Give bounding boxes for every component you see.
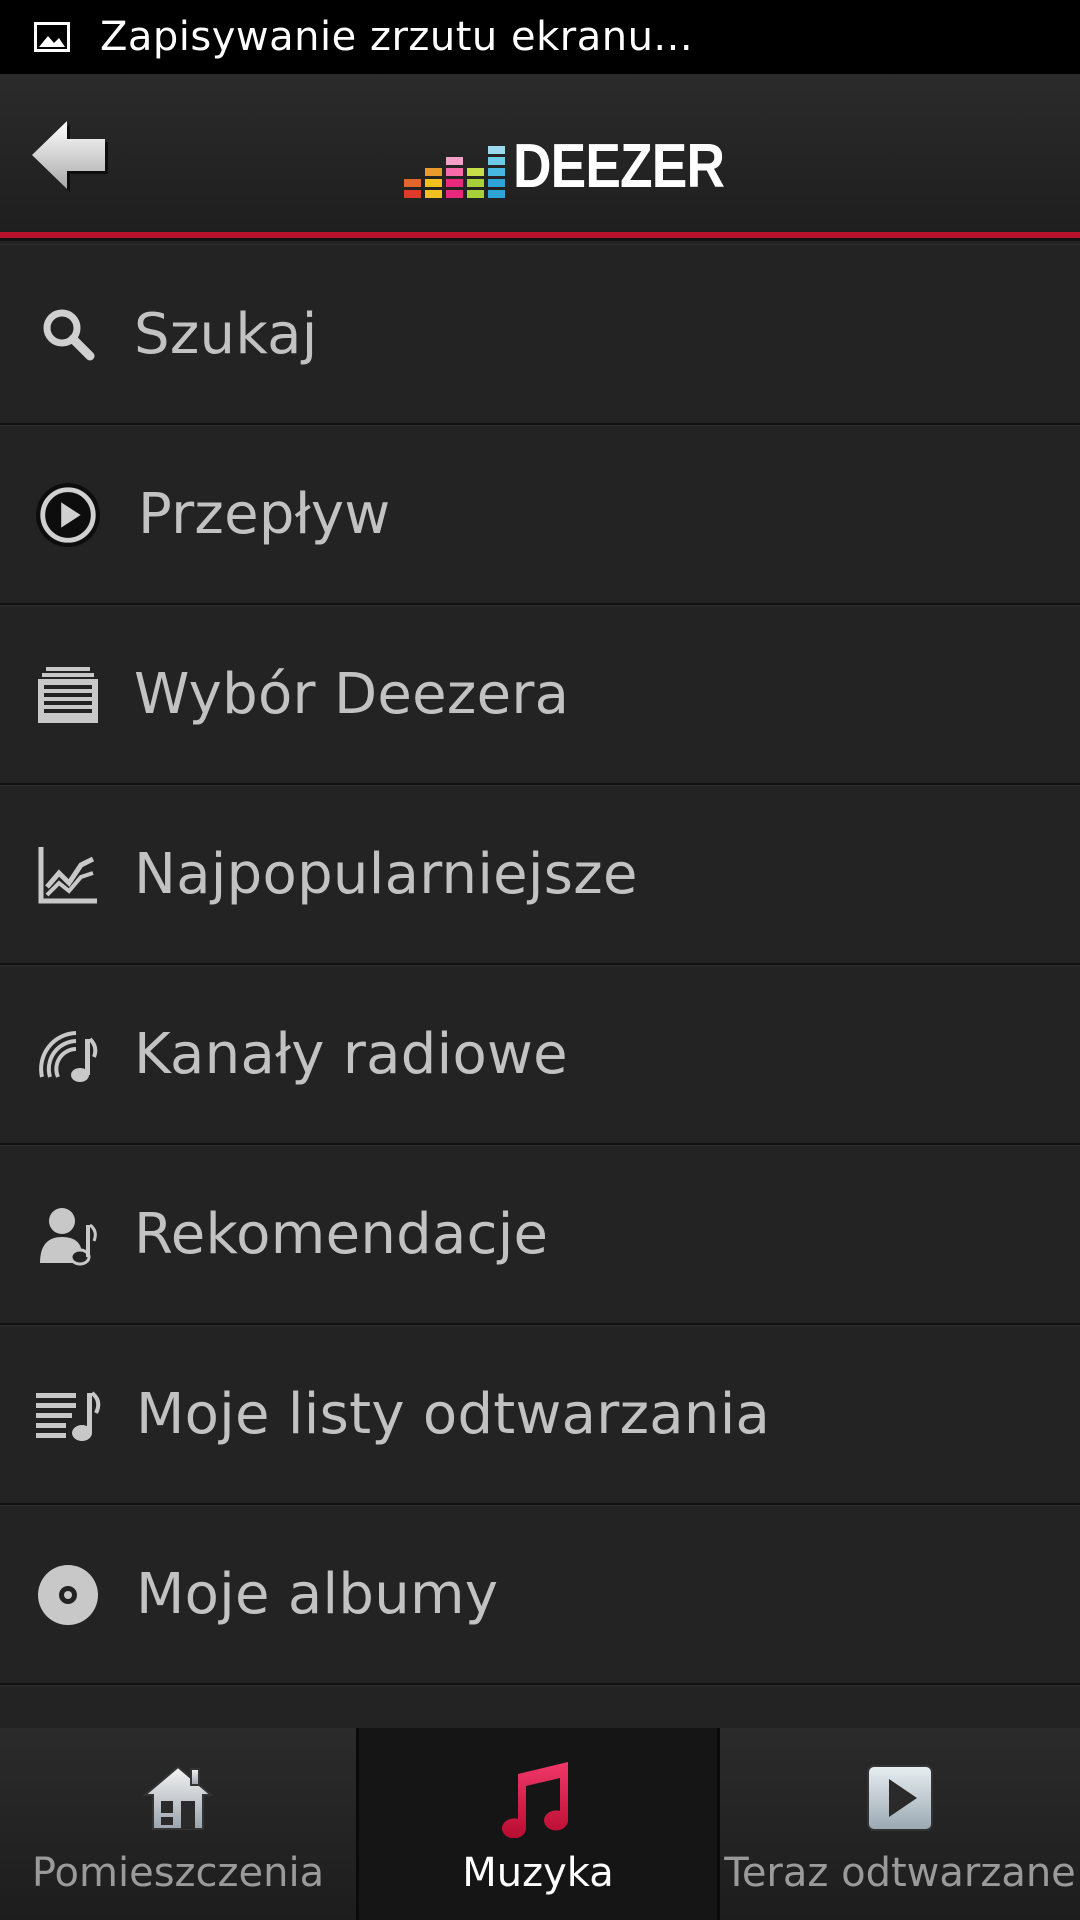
image-icon [34, 22, 70, 52]
menu-item-recommendations[interactable]: Rekomendacje [0, 1145, 1080, 1325]
logo-text: DEEZER [513, 132, 725, 201]
menu-item-label: Przepływ [138, 482, 391, 547]
header-accent-line [0, 232, 1080, 238]
playlist-icon [34, 1381, 102, 1449]
deezer-logo: DEEZER [404, 130, 758, 198]
search-icon [34, 300, 102, 368]
tab-label: Pomieszczenia [31, 1850, 325, 1896]
menu-item-label: Rekomendacje [134, 1202, 549, 1267]
menu-item-search[interactable]: Szukaj [0, 244, 1080, 425]
status-bar: Zapisywanie zrzutu ekranu... [0, 0, 1080, 74]
play-icon [865, 1758, 935, 1838]
tab-rooms[interactable]: Pomieszczenia [0, 1728, 356, 1920]
menu-item-label: Kanały radiowe [134, 1022, 568, 1087]
main-menu: Szukaj Przepływ Wybór Deezera Najpopular… [0, 244, 1080, 1748]
menu-item-label: Szukaj [134, 301, 318, 367]
app-header: DEEZER [0, 74, 1080, 240]
tab-music[interactable]: Muzyka [359, 1728, 717, 1920]
tab-label: Teraz odtwarzane [724, 1850, 1076, 1896]
menu-item-deezer-picks[interactable]: Wybór Deezera [0, 605, 1080, 785]
menu-item-label: Wybór Deezera [134, 662, 570, 727]
back-arrow-icon [32, 121, 108, 192]
tab-now-playing[interactable]: Teraz odtwarzane [720, 1728, 1080, 1920]
menu-item-radio-channels[interactable]: Kanały radiowe [0, 965, 1080, 1145]
album-disc-icon [34, 1561, 102, 1629]
tab-label: Muzyka [462, 1850, 614, 1896]
menu-item-label: Moje listy odtwarzania [136, 1382, 771, 1447]
menu-item-top-charts[interactable]: Najpopularniejsze [0, 785, 1080, 965]
recommendation-icon [34, 1201, 102, 1269]
radio-icon [34, 1021, 102, 1089]
equalizer-logo-icon [404, 146, 505, 198]
menu-item-my-albums[interactable]: Moje albumy [0, 1505, 1080, 1685]
chart-icon [34, 841, 102, 909]
deezer-picks-icon [34, 661, 102, 729]
house-icon [141, 1758, 215, 1838]
status-bar-text: Zapisywanie zrzutu ekranu... [100, 14, 694, 60]
menu-item-my-playlists[interactable]: Moje listy odtwarzania [0, 1325, 1080, 1505]
menu-item-label: Moje albumy [136, 1562, 499, 1627]
play-circle-icon [34, 481, 102, 549]
bottom-tab-bar: Pomieszczenia Muzyka Teraz odtwarzane [0, 1728, 1080, 1920]
menu-item-flow[interactable]: Przepływ [0, 425, 1080, 605]
menu-item-label: Najpopularniejsze [134, 842, 638, 907]
back-button[interactable] [26, 114, 112, 196]
music-note-icon [500, 1758, 576, 1838]
